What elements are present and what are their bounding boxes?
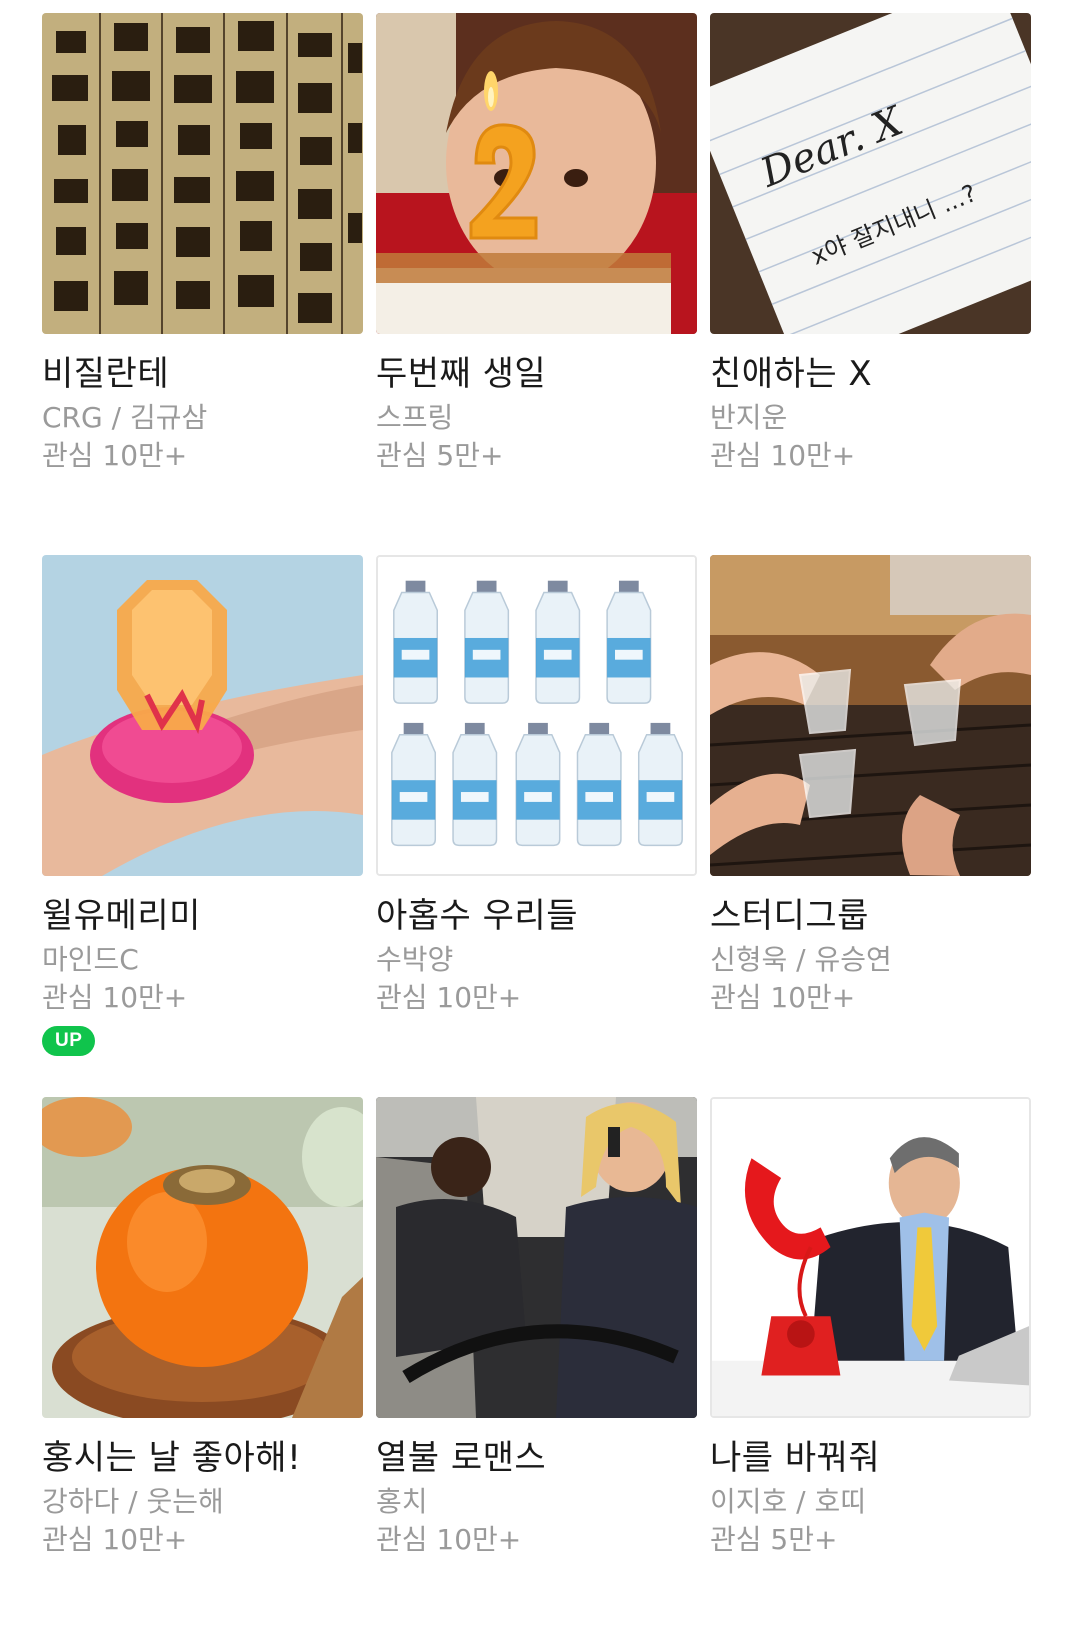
comic-thumbnail[interactable]: Dear. X x야 잘지내니 ...? xyxy=(710,13,1031,334)
comic-title[interactable]: 아홉수 우리들 xyxy=(376,896,697,936)
soju-toast-image xyxy=(710,555,1031,876)
comic-interest-count: 관심 10만+ xyxy=(42,981,188,1014)
comic-interest-count: 관심 10만+ xyxy=(710,981,856,1014)
comic-author: 마인드C xyxy=(42,943,139,976)
comic-interest-count: 관심 10만+ xyxy=(376,981,522,1014)
comic-card-study-group[interactable]: 스터디그룹 신형욱 / 유승연 관심 10만+ xyxy=(710,555,1031,1097)
comic-grid: 비질란테 CRG / 김규삼 관심 10만+ 두번째 생일 스프링 관심 5만+… xyxy=(42,13,1032,1639)
comic-title[interactable]: 두번째 생일 xyxy=(376,354,697,394)
comic-card-dear-x[interactable]: Dear. X x야 잘지내니 ...? 친애하는 X 반지운 관심 10만+ xyxy=(710,13,1031,555)
comic-title[interactable]: 홍시는 날 좋아해! xyxy=(42,1438,363,1478)
comic-author: 강하다 / 웃는해 xyxy=(42,1485,224,1518)
comic-thumbnail[interactable] xyxy=(710,1097,1031,1418)
comic-card-vigilante[interactable]: 비질란테 CRG / 김규삼 관심 10만+ xyxy=(42,13,363,555)
comic-card-ahopsu-urideul[interactable]: 아홉수 우리들 수박양 관심 10만+ xyxy=(376,555,697,1097)
comic-interest-count: 관심 10만+ xyxy=(42,439,188,472)
comic-card-second-birthday[interactable]: 두번째 생일 스프링 관심 5만+ xyxy=(376,13,697,555)
comic-thumbnail[interactable] xyxy=(42,13,363,334)
comic-interest-count: 관심 5만+ xyxy=(710,1523,838,1556)
comic-interest-count: 관심 10만+ xyxy=(376,1523,522,1556)
water-bottles-image xyxy=(378,557,695,874)
comic-title[interactable]: 열불 로맨스 xyxy=(376,1438,697,1478)
car-couple-image xyxy=(376,1097,697,1418)
comic-title[interactable]: 스터디그룹 xyxy=(710,896,1031,936)
comic-thumbnail[interactable] xyxy=(710,555,1031,876)
comic-author: 신형욱 / 유승연 xyxy=(710,943,892,976)
comic-card-will-you-marry-me[interactable]: 윌유메리미 마인드C 관심 10만+ UP xyxy=(42,555,363,1097)
red-telephone-image xyxy=(712,1099,1029,1416)
candy-ring-image xyxy=(42,555,363,876)
comic-thumbnail[interactable] xyxy=(376,1097,697,1418)
comic-title[interactable]: 윌유메리미 xyxy=(42,896,363,936)
comic-thumbnail[interactable] xyxy=(376,13,697,334)
boy-birthday-cake-image xyxy=(376,13,697,334)
hanja-manuscript-image xyxy=(42,13,363,334)
persimmon-image xyxy=(42,1097,363,1418)
comic-author: 스프링 xyxy=(376,401,454,434)
comic-author: 수박양 xyxy=(376,943,454,976)
comic-interest-count: 관심 10만+ xyxy=(710,439,856,472)
dear-x-note-image: Dear. X x야 잘지내니 ...? xyxy=(710,13,1031,334)
comic-author: 이지호 / 호띠 xyxy=(710,1485,867,1518)
comic-author: 홍치 xyxy=(376,1485,428,1518)
comic-interest-count: 관심 10만+ xyxy=(42,1523,188,1556)
comic-card-change-me[interactable]: 나를 바꿔줘 이지호 / 호띠 관심 5만+ xyxy=(710,1097,1031,1639)
comic-thumbnail[interactable] xyxy=(376,555,697,876)
comic-card-yeolbul-romance[interactable]: 열불 로맨스 홍치 관심 10만+ xyxy=(376,1097,697,1639)
comic-thumbnail[interactable] xyxy=(42,1097,363,1418)
comic-thumbnail[interactable] xyxy=(42,555,363,876)
comic-author: CRG / 김규삼 xyxy=(42,401,208,434)
comic-title[interactable]: 친애하는 X xyxy=(710,354,1031,394)
comic-card-hongsi[interactable]: 홍시는 날 좋아해! 강하다 / 웃는해 관심 10만+ xyxy=(42,1097,363,1639)
comic-interest-count: 관심 5만+ xyxy=(376,439,504,472)
comic-title[interactable]: 비질란테 xyxy=(42,354,363,394)
comic-author: 반지운 xyxy=(710,401,788,434)
up-badge: UP xyxy=(42,1026,96,1056)
comic-title[interactable]: 나를 바꿔줘 xyxy=(710,1438,1031,1478)
